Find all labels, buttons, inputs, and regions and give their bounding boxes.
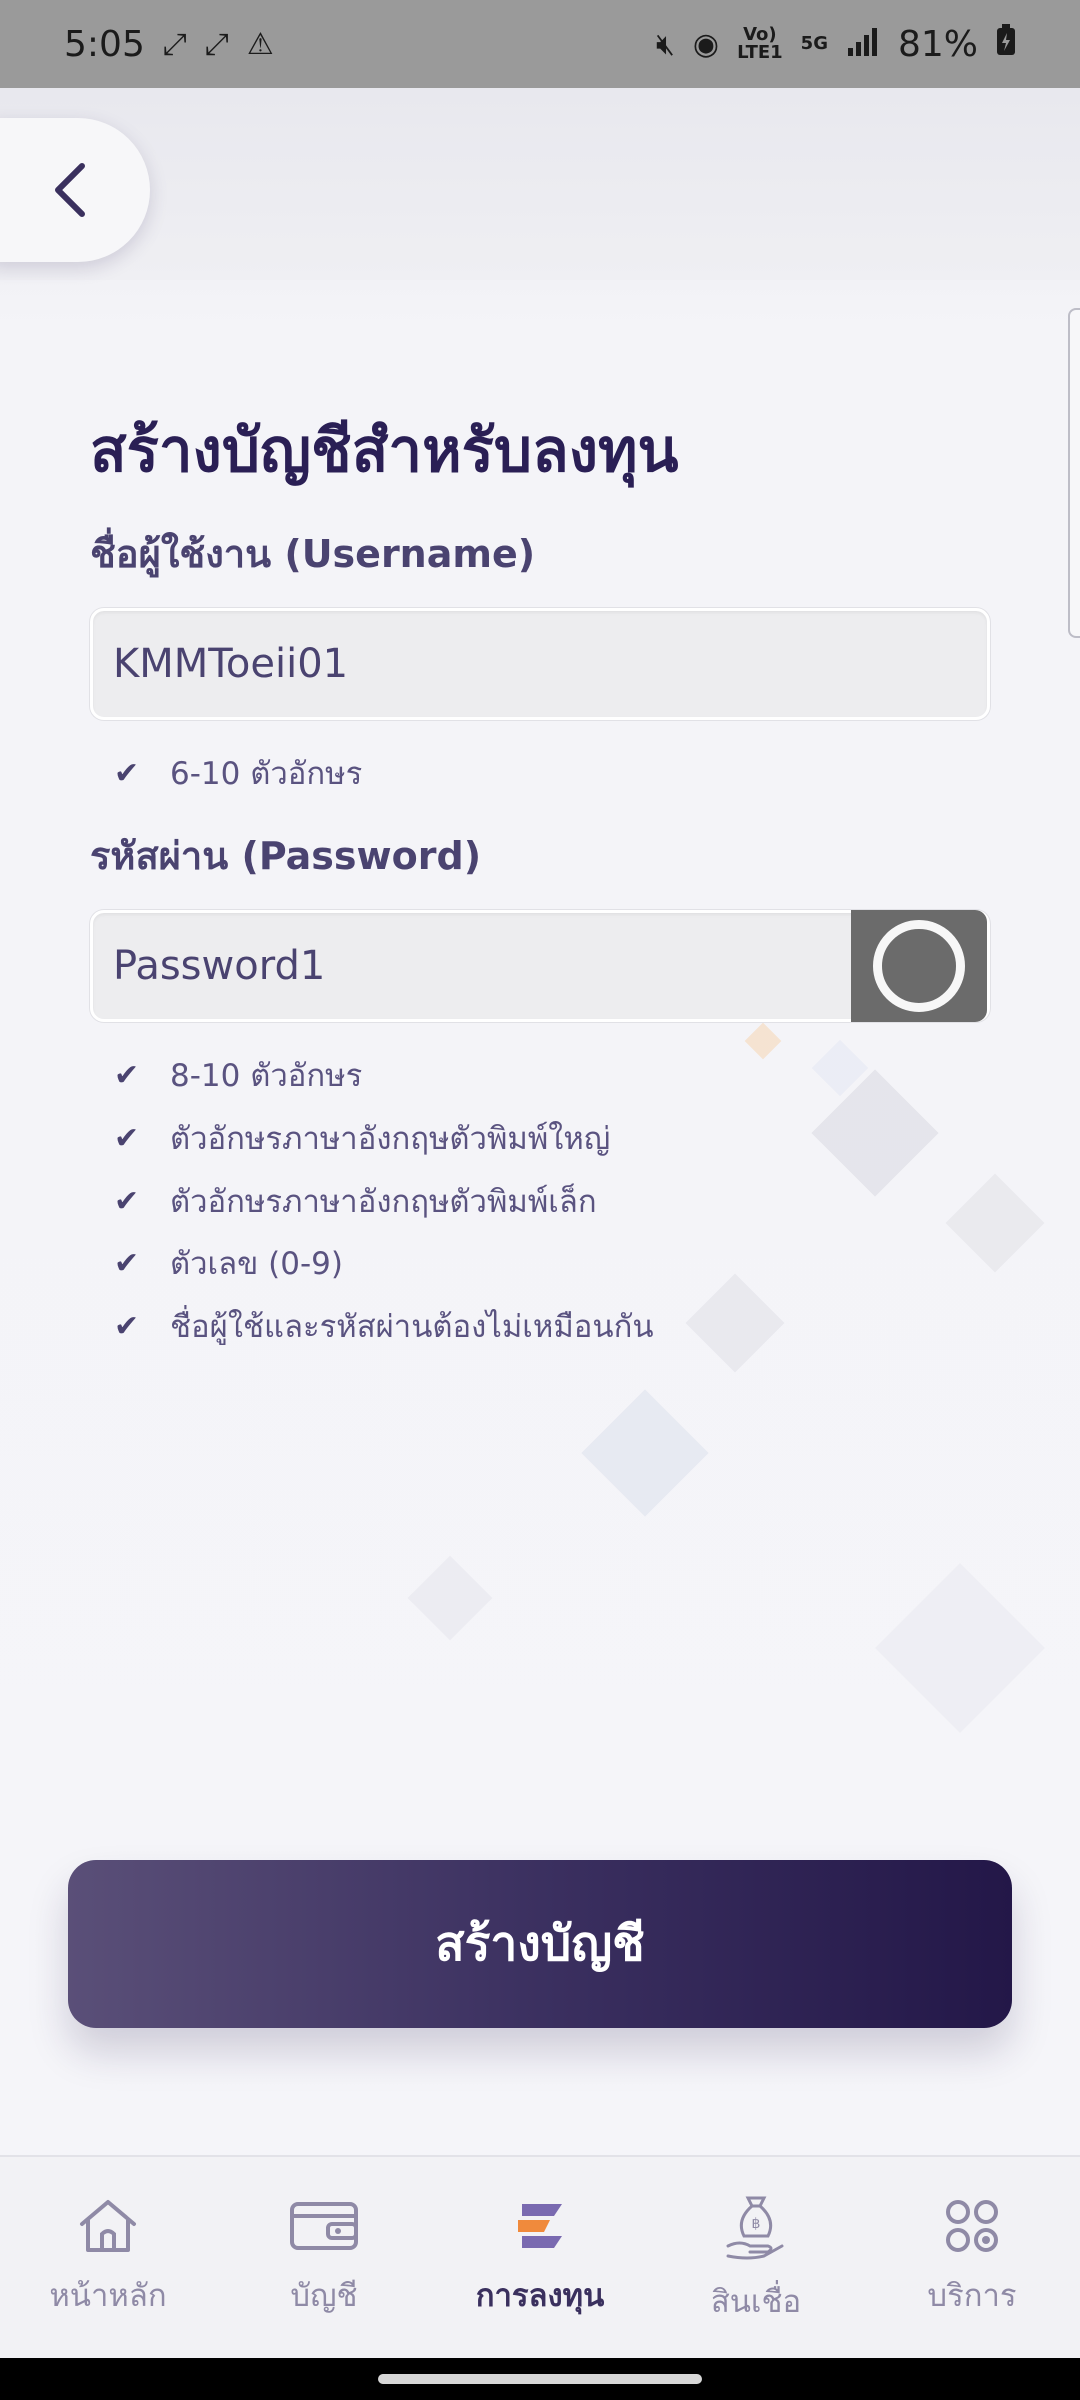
hotspot-icon: ◉ [692,26,720,62]
home-gesture-pill[interactable] [378,2374,702,2384]
svg-text:฿: ฿ [752,2216,761,2232]
status-time: 5:05 [64,23,145,65]
password-label: รหัสผ่าน (Password) [90,834,482,878]
warning-icon: ⚠ [246,26,274,62]
home-icon [80,2199,136,2252]
bg-decoration [685,1273,785,1373]
mute-icon: 🔇︎ [655,26,675,62]
header-band [0,88,1080,280]
eye-toggle-icon [873,920,965,1012]
password-rule: ✔ ตัวอักษรภาษาอังกฤษตัวพิมพ์เล็ก [114,1183,597,1221]
scroll-indicator [1068,308,1080,638]
battery-percent: 81% [897,23,978,65]
system-nav-bar [0,2358,1080,2400]
create-account-button[interactable]: สร้างบัญชี [68,1860,1012,2028]
username-label: ชื่อผู้ใช้งาน (Username) [90,532,536,576]
volte-indicator: Vo) LTE1 [737,24,783,63]
nav-item-invest[interactable]: การลงทุน [440,2168,640,2348]
check-icon: ✔ [114,1057,140,1093]
back-button[interactable] [0,118,150,262]
loan-icon: ฿ [726,2196,784,2259]
page-title: สร้างบัญชีสำหรับลงทุน [90,416,679,486]
bg-decoration [407,1555,493,1641]
chevron-left-icon [55,163,85,217]
sync-icon-2: ⤢ [204,26,229,62]
check-icon: ✔ [114,1120,140,1156]
password-rule: ✔ 8-10 ตัวอักษร [114,1057,363,1095]
show-password-toggle[interactable] [851,910,987,1022]
username-rule: ✔ 6-10 ตัวอักษร [114,755,363,793]
password-value: Password1 [113,943,326,989]
5g-indicator: 5G [800,33,828,54]
password-rule: ✔ ตัวเลข (0-9) [114,1245,343,1283]
bg-decoration [875,1563,1045,1733]
bg-decoration [581,1389,709,1517]
nav-label-invest: การลงทุน [475,2277,605,2314]
nav-item-loan[interactable]: ฿ สินเชื่อ [656,2168,856,2348]
bottom-nav: หน้าหลัก บัญชี การลงทุน ฿ สินเชื่อ บริกา… [0,2155,1080,2358]
nav-item-home[interactable]: หน้าหลัก [8,2168,208,2348]
check-icon: ✔ [114,1183,140,1219]
nav-label-loan: สินเชื่อ [710,2283,802,2320]
password-rule: ✔ ชื่อผู้ใช้และรหัสผ่านต้องไม่เหมือนกัน [114,1308,654,1346]
signal-icon [846,24,880,65]
sync-icon: ⤢ [162,26,187,62]
invest-icon [518,2203,562,2248]
bg-decoration [811,1069,939,1197]
username-field[interactable]: KMMToeii01 [90,608,990,720]
wallet-icon [290,2201,358,2250]
check-icon: ✔ [114,1308,140,1344]
bg-decoration [945,1173,1045,1273]
nav-item-services[interactable]: บริการ [872,2168,1072,2348]
nav-label-services: บริการ [927,2277,1017,2314]
password-field[interactable]: Password1 [90,910,990,1022]
app-screen: สร้างบัญชีสำหรับลงทุน ชื่อผู้ใช้งาน (Use… [0,88,1080,2155]
battery-icon [996,23,1016,65]
password-rule: ✔ ตัวอักษรภาษาอังกฤษตัวพิมพ์ใหญ่ [114,1120,611,1158]
nav-label-account: บัญชี [290,2277,358,2314]
nav-label-home: หน้าหลัก [49,2277,167,2314]
status-bar: 5:05 ⤢ ⤢ ⚠ 🔇︎ ◉ Vo) LTE1 5G 81% [0,0,1080,88]
username-value: KMMToeii01 [113,641,349,687]
check-icon: ✔ [114,755,140,791]
bg-decoration [744,1022,782,1060]
nav-item-account[interactable]: บัญชี [224,2168,424,2348]
services-icon [946,2199,998,2252]
check-icon: ✔ [114,1245,140,1281]
